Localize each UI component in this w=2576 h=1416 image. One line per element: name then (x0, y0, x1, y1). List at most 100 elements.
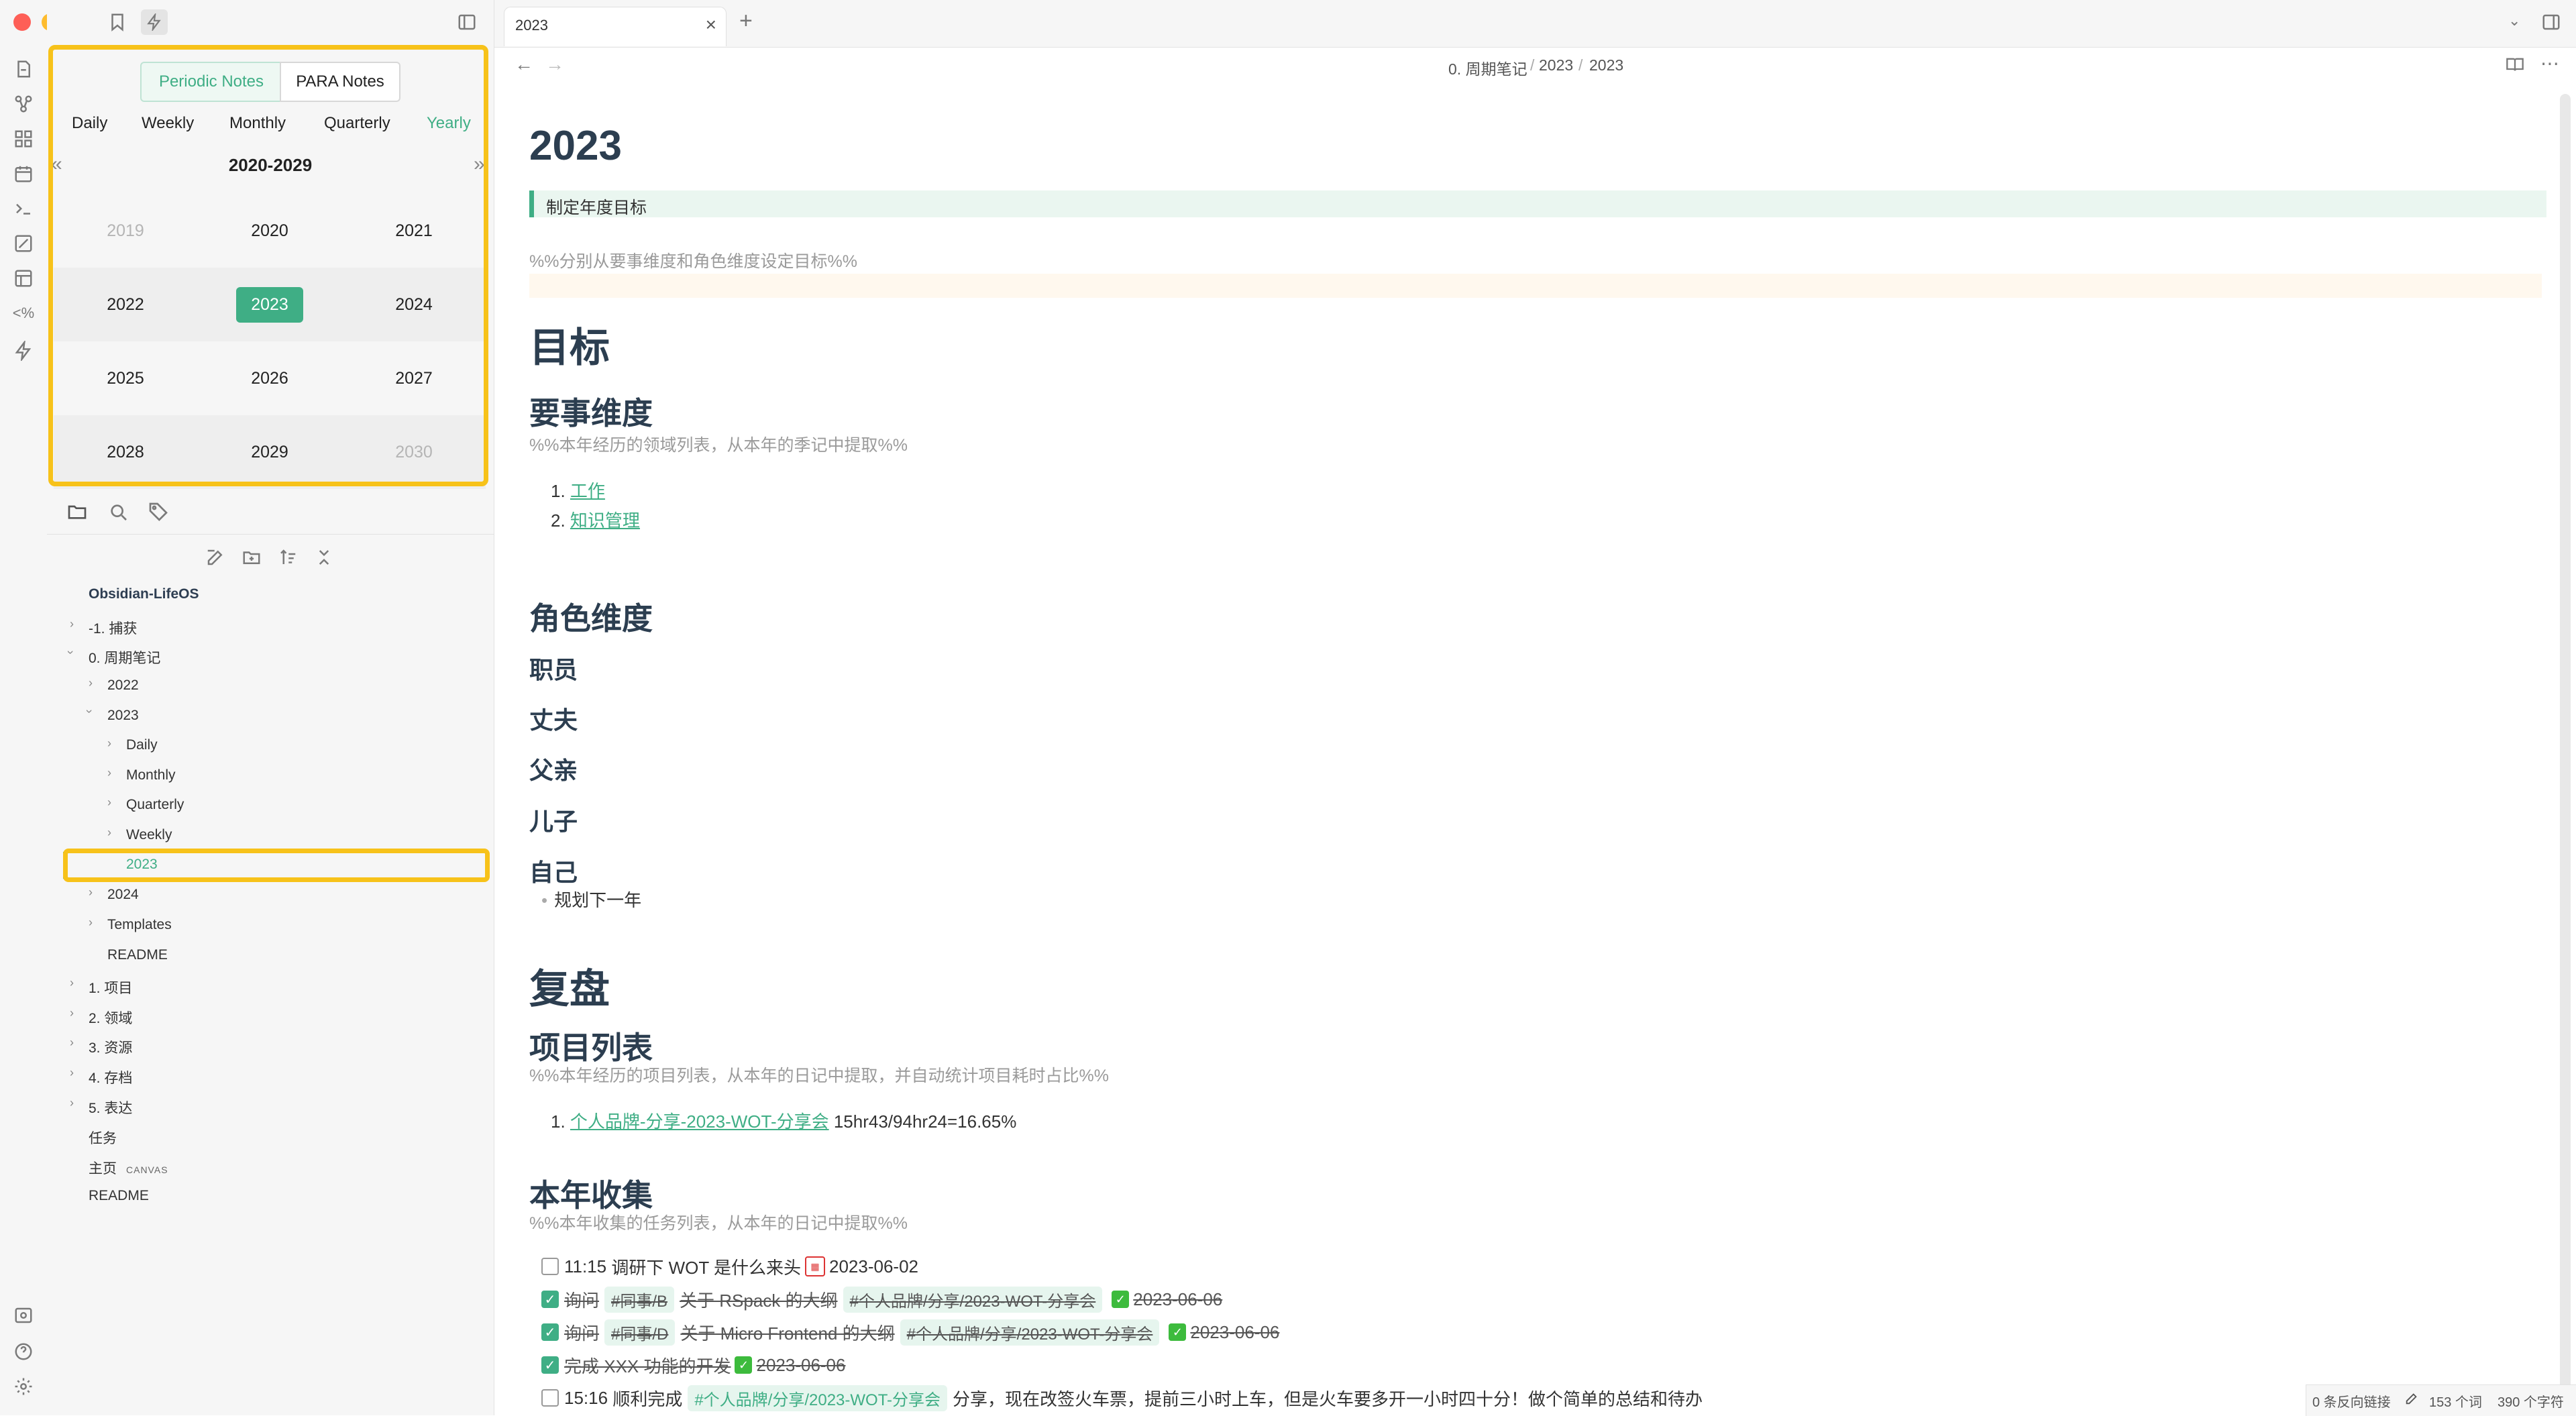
internal-link[interactable]: 个人品牌-分享-2023-WOT-分享会 (570, 1111, 829, 1132)
forward-arrow-icon[interactable]: → (545, 54, 564, 75)
callout-text: 制定年度目标 (546, 199, 647, 217)
settings-gear-icon[interactable] (13, 1376, 34, 1397)
task-item: 11:15 调研下 WOT 是什么来头 ▦ 2023-06-02 (541, 1254, 918, 1278)
heading-focus: 要事维度 (529, 396, 653, 431)
folder-item[interactable]: Templates (107, 917, 172, 933)
folder-item[interactable]: 5. 表达 (89, 1097, 132, 1118)
bookmark-icon[interactable] (107, 12, 127, 32)
folder-item[interactable]: 2022 (107, 677, 139, 694)
folder-item[interactable]: 2023 (107, 708, 139, 724)
task-tag[interactable]: #同事/D (604, 1319, 676, 1346)
folder-item[interactable]: 4. 存档 (89, 1067, 132, 1087)
task-checkbox[interactable] (541, 1389, 559, 1407)
tab-list-chevron-icon[interactable]: ⌄ (2508, 12, 2520, 30)
close-window-button[interactable] (13, 13, 31, 31)
canvas-icon[interactable] (13, 233, 34, 254)
lightning-icon[interactable] (13, 341, 34, 361)
task-checkbox[interactable] (541, 1258, 559, 1275)
calendar-icon[interactable] (13, 164, 34, 184)
internal-link[interactable]: 知识管理 (570, 510, 640, 531)
task-item: ✓ 询问 #同事/D 关于 Micro Frontend 的大纲 #个人品牌/分… (541, 1319, 1279, 1346)
chevron-down-icon[interactable]: › (64, 651, 78, 655)
chevron-right-icon[interactable]: › (107, 737, 111, 751)
graph-view-icon[interactable] (13, 94, 34, 114)
char-count: 390 个字符 (2498, 1395, 2564, 1410)
file-item[interactable]: 任务 (89, 1128, 117, 1148)
folder-item[interactable]: Weekly (126, 827, 172, 843)
chevron-right-icon[interactable]: › (70, 1036, 74, 1050)
editor-scrollbar[interactable] (2560, 94, 2571, 1395)
folder-item[interactable]: -1. 捕获 (89, 618, 137, 638)
chevron-right-icon[interactable]: › (70, 1066, 74, 1080)
folder-item[interactable]: Quarterly (126, 797, 184, 813)
task-text: 分享，现在改签火车票，提前三小时上车，但是火车要多开一小时四十分！做个简单的总结… (953, 1388, 1703, 1409)
terminal-icon[interactable] (13, 199, 34, 219)
chevron-right-icon[interactable]: › (70, 1006, 74, 1020)
reading-view-icon[interactable] (2505, 55, 2525, 74)
tab-2023[interactable]: 2023 × (504, 7, 727, 46)
chevron-right-icon[interactable]: › (107, 826, 111, 840)
templater-icon[interactable]: <% (11, 303, 36, 323)
folder-item[interactable]: 2024 (107, 887, 139, 903)
task-time: 11:15 (564, 1256, 607, 1276)
breadcrumb-item[interactable]: 2023 (1539, 56, 1573, 74)
new-note-icon[interactable] (205, 547, 225, 567)
list-item: 1. 工作 (551, 481, 605, 501)
backlinks-count[interactable]: 0 条反向链接 (2312, 1391, 2391, 1411)
task-checkbox-checked[interactable]: ✓ (541, 1356, 559, 1374)
chevron-right-icon[interactable]: › (107, 766, 111, 780)
chevron-right-icon[interactable]: › (107, 796, 111, 810)
vault-switch-icon[interactable] (13, 1305, 34, 1325)
breadcrumb-item[interactable]: 2023 (1589, 56, 1623, 74)
new-tab-icon[interactable]: + (739, 8, 753, 34)
folder-icon[interactable] (66, 501, 89, 523)
internal-link[interactable]: 工作 (570, 481, 605, 501)
collapse-all-icon[interactable] (314, 547, 334, 567)
task-item: ✓ 询问 #同事/B 关于 RSpack 的大纲 #个人品牌/分享/2023-W… (541, 1286, 1222, 1313)
breadcrumb-item[interactable]: 0. 周期笔记 (1448, 56, 1527, 79)
task-tag[interactable]: #个人品牌/分享/2023-WOT-分享会 (900, 1319, 1160, 1346)
chevron-right-icon[interactable]: › (70, 617, 74, 631)
toggle-sidebar-icon[interactable] (456, 12, 478, 32)
more-options-icon[interactable]: ⋯ (2540, 52, 2559, 74)
folder-item[interactable]: 1. 项目 (89, 977, 132, 997)
chevron-right-icon[interactable]: › (70, 976, 74, 990)
toggle-right-sidebar-icon[interactable] (2540, 12, 2562, 32)
role-heading: 儿子 (529, 808, 578, 835)
task-tag[interactable]: #同事/B (604, 1286, 675, 1313)
file-item[interactable]: README (107, 947, 168, 963)
lightning-tab-icon[interactable] (141, 9, 168, 35)
file-open-icon[interactable] (13, 59, 34, 79)
chevron-right-icon[interactable]: › (89, 885, 93, 900)
chevron-right-icon[interactable]: › (89, 916, 93, 930)
folder-item[interactable]: Monthly (126, 767, 176, 783)
file-item[interactable]: README (89, 1188, 149, 1204)
pencil-icon[interactable] (2404, 1391, 2420, 1406)
heading-roles: 角色维度 (529, 601, 653, 636)
chevron-down-icon[interactable]: › (83, 710, 97, 714)
file-item[interactable]: 主页 CANVAS (89, 1158, 168, 1178)
vault-name[interactable]: Obsidian-LifeOS (89, 586, 199, 602)
tags-icon[interactable] (148, 501, 169, 523)
folder-item[interactable]: 2. 领域 (89, 1007, 132, 1028)
comment-text: %%本年经历的项目列表，从本年的日记中提取，并自动统计项目耗时占比%% (529, 1067, 1109, 1085)
folder-item[interactable]: 0. 周期笔记 (89, 647, 160, 667)
blocks-icon[interactable] (13, 129, 34, 149)
task-text: 关于 Micro Frontend 的大纲 (680, 1323, 895, 1344)
search-icon[interactable] (107, 501, 129, 523)
chevron-right-icon[interactable]: › (89, 676, 93, 690)
chevron-right-icon[interactable]: › (70, 1096, 74, 1110)
sort-icon[interactable] (278, 547, 298, 567)
back-arrow-icon[interactable]: ← (515, 54, 533, 75)
template-icon[interactable] (13, 268, 34, 288)
task-tag[interactable]: #个人品牌/分享/2023-WOT-分享会 (843, 1286, 1103, 1313)
new-folder-icon[interactable] (241, 547, 262, 567)
task-tag[interactable]: #个人品牌/分享/2023-WOT-分享会 (688, 1384, 948, 1411)
help-icon[interactable] (13, 1342, 34, 1362)
task-checkbox-checked[interactable]: ✓ (541, 1323, 559, 1341)
task-checkbox-checked[interactable]: ✓ (541, 1291, 559, 1308)
close-tab-icon[interactable]: × (706, 14, 716, 36)
project-stat: 15hr43/94hr24=16.65% (833, 1111, 1017, 1132)
folder-item[interactable]: 3. 资源 (89, 1037, 132, 1057)
folder-item[interactable]: Daily (126, 737, 158, 753)
